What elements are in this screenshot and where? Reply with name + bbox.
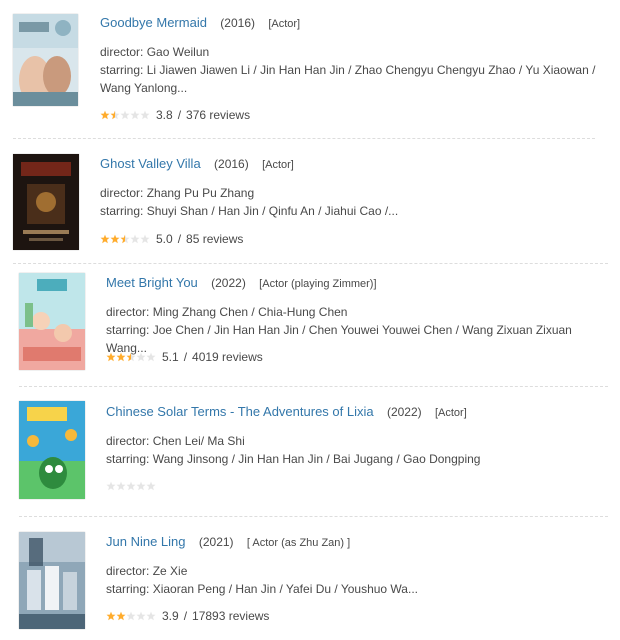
movie-role: [Actor] xyxy=(434,407,467,419)
movie-role: [Actor] xyxy=(268,18,301,30)
movie-rating: 3.9 / 17893 reviews xyxy=(106,609,269,623)
movie-year: (2022) xyxy=(211,276,246,290)
rating-score: 5.0 xyxy=(156,232,173,246)
rating-separator: / xyxy=(177,232,182,246)
movie-poster[interactable] xyxy=(19,532,85,629)
review-count: 17893 reviews xyxy=(192,609,270,623)
movie-credits: director: Chen Lei/ Ma Shi starring: Wan… xyxy=(106,432,606,468)
director-label: director: xyxy=(100,186,144,200)
starring-label: starring: xyxy=(106,452,150,466)
star-rating-icon xyxy=(106,611,156,621)
movie-year: (2016) xyxy=(214,157,249,171)
movie-role: [Actor] xyxy=(262,159,294,171)
rating-separator: / xyxy=(177,108,182,122)
rating-separator: / xyxy=(183,350,188,364)
director-line: director: Gao Weilun xyxy=(100,43,605,61)
star-rating-icon xyxy=(106,481,156,491)
director-line: director: Ming Zhang Chen / Chia-Hung Ch… xyxy=(106,303,606,321)
director-value: Ze Xie xyxy=(152,564,188,578)
title-line: Ghost Valley Villa (2016) [Actor] xyxy=(100,156,294,173)
title-line: Jun Nine Ling (2021) [ Actor (as Zhu Zan… xyxy=(106,534,350,551)
starring-value: Xiaoran Peng / Han Jin / Yafei Du / Yous… xyxy=(152,582,418,596)
director-label: director: xyxy=(106,434,150,448)
rating-separator: / xyxy=(183,609,188,623)
movie-poster[interactable] xyxy=(19,401,85,499)
rating-score: 3.9 xyxy=(162,609,179,623)
title-line: Chinese Solar Terms - The Adventures of … xyxy=(106,404,467,421)
starring-value: Wang Jinsong / Jin Han Han Jin / Bai Jug… xyxy=(152,452,481,466)
movie-credits: director: Ze Xie starring: Xiaoran Peng … xyxy=(106,562,606,598)
movie-year: (2021) xyxy=(198,535,234,549)
director-value: Ming Zhang Chen / Chia-Hung Chen xyxy=(152,305,348,319)
director-label: director: xyxy=(100,45,144,59)
movie-title-link[interactable]: Meet Bright You xyxy=(106,275,198,290)
title-line: Goodbye Mermaid (2016) [Actor] xyxy=(100,15,300,32)
director-line: director: Ze Xie xyxy=(106,562,606,580)
director-value: Gao Weilun xyxy=(146,45,210,59)
movie-title-link[interactable]: Jun Nine Ling xyxy=(106,534,186,549)
director-value: Zhang Pu Pu Zhang xyxy=(146,186,255,200)
starring-label: starring: xyxy=(100,204,144,218)
title-line: Meet Bright You (2022) [Actor (playing Z… xyxy=(106,275,377,292)
divider xyxy=(13,138,595,139)
starring-value: Li Jiawen Jiawen Li / Jin Han Han Jin / … xyxy=(100,63,596,95)
star-rating-icon xyxy=(106,352,156,362)
movie-title-link[interactable]: Ghost Valley Villa xyxy=(100,156,201,171)
rating-score: 3.8 xyxy=(156,108,173,122)
movie-rating: 3.8 / 376 reviews xyxy=(100,108,250,122)
movie-poster[interactable] xyxy=(13,14,78,106)
starring-line: starring: Wang Jinsong / Jin Han Han Jin… xyxy=(106,450,606,468)
movie-title-link[interactable]: Goodbye Mermaid xyxy=(100,15,207,30)
rating-score: 5.1 xyxy=(162,350,179,364)
star-rating-icon xyxy=(100,234,150,244)
divider xyxy=(19,516,608,517)
starring-line: starring: Shuyi Shan / Han Jin / Qinfu A… xyxy=(100,202,605,220)
director-label: director: xyxy=(106,564,150,578)
divider xyxy=(19,386,608,387)
movie-year: (2016) xyxy=(220,16,255,30)
divider xyxy=(13,263,608,264)
director-line: director: Chen Lei/ Ma Shi xyxy=(106,432,606,450)
review-count: 85 reviews xyxy=(186,232,244,246)
star-rating-icon xyxy=(100,110,150,120)
review-count: 376 reviews xyxy=(186,108,251,122)
movie-credits: director: Zhang Pu Pu Zhang starring: Sh… xyxy=(100,184,605,220)
starring-value: Shuyi Shan / Han Jin / Qinfu An / Jiahui… xyxy=(146,204,399,218)
starring-line: starring: Li Jiawen Jiawen Li / Jin Han … xyxy=(100,61,605,97)
movie-rating xyxy=(106,479,162,493)
starring-line: starring: Xiaoran Peng / Han Jin / Yafei… xyxy=(106,580,606,598)
starring-label: starring: xyxy=(106,582,150,596)
movie-poster[interactable] xyxy=(13,154,79,250)
director-line: director: Zhang Pu Pu Zhang xyxy=(100,184,605,202)
movie-role: [ Actor (as Zhu Zan) ] xyxy=(246,537,351,549)
movie-rating: 5.0 / 85 reviews xyxy=(100,232,243,246)
movie-poster[interactable] xyxy=(19,273,85,370)
movie-title-link[interactable]: Chinese Solar Terms - The Adventures of … xyxy=(106,404,374,419)
starring-label: starring: xyxy=(106,323,150,337)
movie-rating: 5.1 / 4019 reviews xyxy=(106,350,263,364)
movie-credits: director: Gao Weilun starring: Li Jiawen… xyxy=(100,43,605,97)
director-value: Chen Lei/ Ma Shi xyxy=(152,434,245,448)
review-count: 4019 reviews xyxy=(192,350,263,364)
movie-year: (2022) xyxy=(386,405,422,419)
movie-role: [Actor (playing Zimmer)] xyxy=(259,278,377,290)
director-label: director: xyxy=(106,305,150,319)
movie-credits: director: Ming Zhang Chen / Chia-Hung Ch… xyxy=(106,303,606,357)
starring-label: starring: xyxy=(100,63,144,77)
